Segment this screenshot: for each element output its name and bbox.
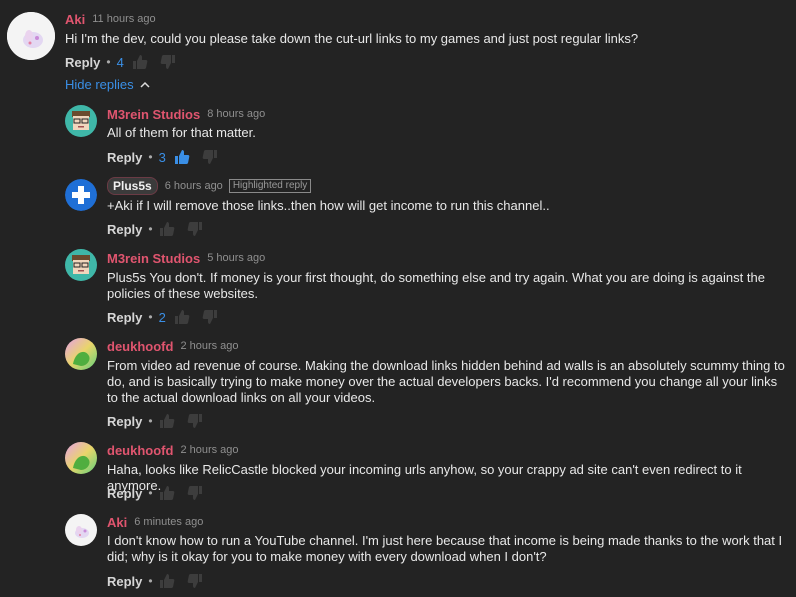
thumbs-down-icon[interactable] xyxy=(187,221,203,237)
deukhoofd-avatar-icon xyxy=(65,442,97,474)
comment-author[interactable]: M3rein Studios xyxy=(107,251,200,266)
comment-author[interactable]: Aki xyxy=(65,12,85,27)
comment-author[interactable]: Aki xyxy=(107,515,127,530)
separator-dot: • xyxy=(148,414,153,428)
like-count: 3 xyxy=(158,149,166,165)
comment-timestamp[interactable]: 5 hours ago xyxy=(207,252,265,264)
thumbs-down-icon[interactable] xyxy=(202,149,218,165)
thumbs-down-icon[interactable] xyxy=(187,573,203,589)
thumbs-up-icon[interactable] xyxy=(174,149,190,165)
thumbs-down-icon[interactable] xyxy=(202,309,218,325)
avatar[interactable] xyxy=(65,338,97,370)
comment-text: All of them for that matter. xyxy=(107,125,256,140)
avatar[interactable] xyxy=(65,249,97,281)
chevron-up-icon xyxy=(140,81,150,88)
reply-button[interactable]: Reply xyxy=(107,222,142,237)
thumbs-up-icon[interactable] xyxy=(159,413,175,429)
comment-author[interactable]: deukhoofd xyxy=(107,339,173,354)
comment-timestamp[interactable]: 6 minutes ago xyxy=(134,516,203,528)
comment-timestamp[interactable]: 8 hours ago xyxy=(207,108,265,120)
aki-avatar-icon xyxy=(65,514,97,546)
avatar[interactable] xyxy=(65,442,97,474)
comment-text: Hi I'm the dev, could you please take do… xyxy=(65,31,639,46)
comment-author[interactable]: deukhoofd xyxy=(107,443,173,458)
m3rein-avatar-icon xyxy=(65,249,97,281)
reply-button[interactable]: Reply xyxy=(107,574,142,589)
separator-dot: • xyxy=(148,574,153,588)
m3rein-avatar-icon xyxy=(65,105,97,137)
hide-replies-label[interactable]: Hide replies xyxy=(65,77,134,92)
avatar[interactable] xyxy=(65,105,97,137)
like-count: 4 xyxy=(116,54,124,70)
reply-button[interactable]: Reply xyxy=(107,310,142,325)
separator-dot: • xyxy=(148,222,153,236)
comment-timestamp[interactable]: 6 hours ago xyxy=(165,180,223,192)
comment-author[interactable]: M3rein Studios xyxy=(107,107,200,122)
highlighted-reply-badge: Highlighted reply xyxy=(228,179,312,193)
plus-avatar-icon xyxy=(65,179,97,211)
deukhoofd-avatar-icon xyxy=(65,338,97,370)
separator-dot: • xyxy=(148,150,153,164)
reply-button[interactable]: Reply xyxy=(107,150,142,165)
comment-text: Plus5s You don't. If money is your first… xyxy=(107,270,765,301)
thumbs-up-icon[interactable] xyxy=(159,573,175,589)
reply-button[interactable]: Reply xyxy=(107,486,142,501)
thumbs-down-icon[interactable] xyxy=(187,485,203,501)
avatar[interactable] xyxy=(7,12,55,60)
comment-author[interactable]: Plus5s xyxy=(107,177,158,195)
hide-replies-button[interactable]: Hide replies xyxy=(65,77,150,92)
separator-dot: • xyxy=(106,55,111,69)
thumbs-up-icon[interactable] xyxy=(132,54,148,70)
thumbs-up-icon[interactable] xyxy=(159,485,175,501)
thumbs-down-icon[interactable] xyxy=(187,413,203,429)
comment-timestamp[interactable]: 11 hours ago xyxy=(92,13,155,25)
reply-button[interactable]: Reply xyxy=(65,55,100,70)
comment-timestamp[interactable]: 2 hours ago xyxy=(180,444,238,456)
thumbs-down-icon[interactable] xyxy=(160,54,176,70)
comment-text: +Aki if I will remove those links..then … xyxy=(107,198,550,213)
comment-text: From video ad revenue of course. Making … xyxy=(107,358,785,405)
thumbs-up-icon[interactable] xyxy=(159,221,175,237)
like-count: 2 xyxy=(158,309,166,325)
reply-button[interactable]: Reply xyxy=(107,414,142,429)
thumbs-up-icon[interactable] xyxy=(174,309,190,325)
aki-avatar-icon xyxy=(7,12,55,60)
separator-dot: • xyxy=(148,486,153,500)
avatar[interactable] xyxy=(65,514,97,546)
comment-timestamp[interactable]: 2 hours ago xyxy=(180,340,238,352)
comment-text: I don't know how to run a YouTube channe… xyxy=(107,533,783,564)
separator-dot: • xyxy=(148,310,153,324)
avatar[interactable] xyxy=(65,179,97,211)
